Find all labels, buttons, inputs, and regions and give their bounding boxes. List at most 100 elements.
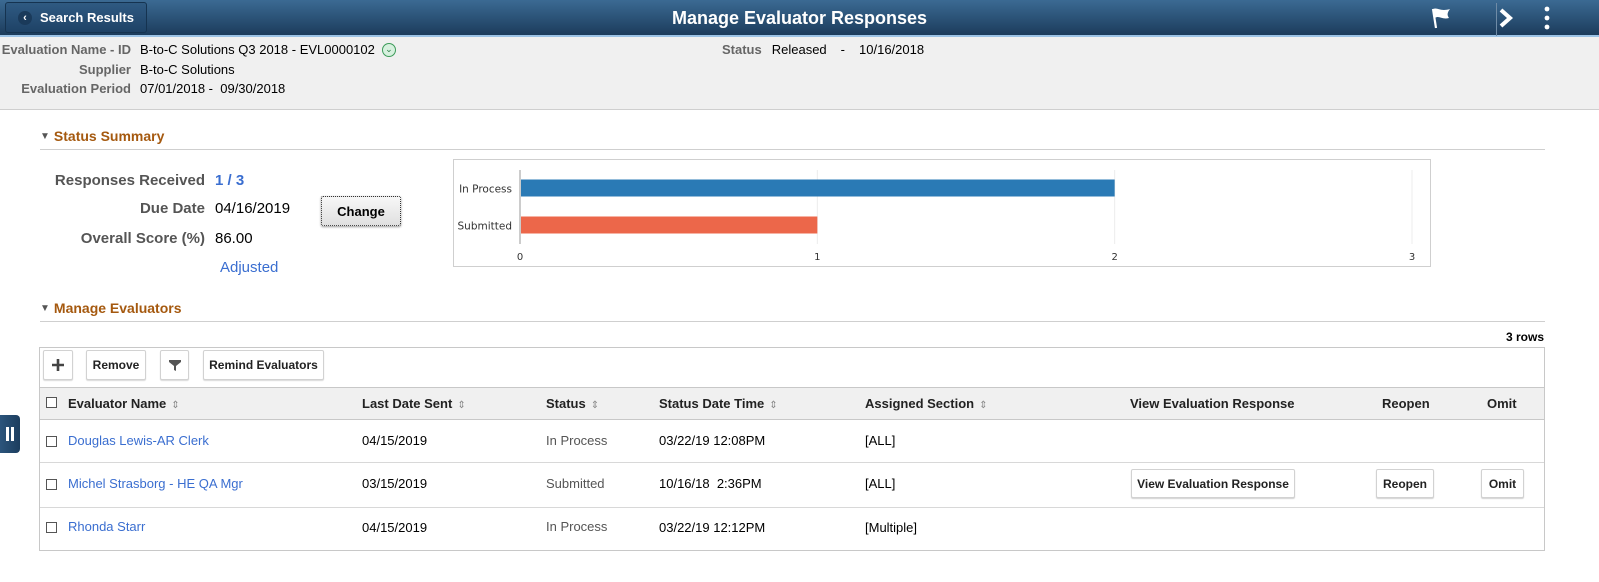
table-row: Rhonda Starr 04/15/2019 In Process 03/22… xyxy=(40,508,1544,550)
evaluators-grid: Remove Remind Evaluators Evaluator Name ⇕… xyxy=(39,347,1545,551)
manage-evaluators-header[interactable]: ▼ Manage Evaluators xyxy=(40,300,1545,322)
evaluation-name-row: Evaluation Name - ID B-to-C Solutions Q3… xyxy=(0,42,396,57)
filter-icon xyxy=(168,360,181,371)
responses-received-row: Responses Received 1 / 3 xyxy=(0,172,244,189)
column-header-status[interactable]: Status ⇕ xyxy=(546,396,599,411)
column-label: Assigned Section xyxy=(865,396,975,411)
row-checkbox[interactable] xyxy=(46,479,57,490)
last-date-sent: 03/15/2019 xyxy=(362,476,428,491)
side-panel-toggle[interactable] xyxy=(0,415,20,453)
evaluation-header: Evaluation Name - ID B-to-C Solutions Q3… xyxy=(0,37,1599,110)
more-vertical-icon[interactable] xyxy=(1542,6,1552,33)
search-results-back-button[interactable]: ‹ Search Results xyxy=(5,2,147,33)
column-header-evaluator-name[interactable]: Evaluator Name ⇕ xyxy=(68,396,180,411)
status-date: 10/16/2018 xyxy=(859,42,925,57)
pause-bar-icon xyxy=(11,427,14,441)
x-tick-label: 2 xyxy=(1111,252,1117,263)
evaluation-name-value: B-to-C Solutions Q3 2018 - EVL0000102 xyxy=(140,42,375,57)
status-bar-chart: In Process Submitted 0 1 2 3 xyxy=(453,159,1431,267)
y-tick-label: In Process xyxy=(459,184,512,196)
sort-icon: ⇕ xyxy=(171,400,180,411)
row-checkbox[interactable] xyxy=(46,522,57,533)
column-label: Evaluator Name xyxy=(68,396,167,411)
supplier-row: Supplier B-to-C Solutions xyxy=(0,62,235,77)
sort-icon: ⇕ xyxy=(590,400,600,411)
evaluation-period-label: Evaluation Period xyxy=(21,81,131,96)
bar-in-process xyxy=(521,179,1115,197)
last-date-sent: 04/15/2019 xyxy=(362,520,428,535)
view-evaluation-response-button[interactable]: View Evaluation Response xyxy=(1131,469,1295,498)
responses-received-link[interactable]: 1 / 3 xyxy=(215,172,244,189)
omit-button[interactable]: Omit xyxy=(1481,469,1524,498)
supplier-value: B-to-C Solutions xyxy=(140,62,235,77)
bar-submitted xyxy=(521,216,818,234)
responses-received-label: Responses Received xyxy=(54,172,205,189)
due-date-label: Due Date xyxy=(139,200,205,217)
remind-evaluators-button[interactable]: Remind Evaluators xyxy=(203,350,324,380)
reopen-button[interactable]: Reopen xyxy=(1376,469,1434,498)
status-label: Status xyxy=(722,42,762,57)
x-tick-label: 1 xyxy=(814,252,820,263)
overall-score-label: Overall Score (%) xyxy=(80,230,205,247)
chevron-right-icon[interactable] xyxy=(1496,6,1516,33)
manage-evaluators-title[interactable]: Manage Evaluators xyxy=(54,300,182,316)
collapse-triangle-icon: ▼ xyxy=(40,303,50,314)
evaluator-name-link[interactable]: Douglas Lewis-AR Clerk xyxy=(68,433,209,448)
overall-score-row: Overall Score (%) 86.00 xyxy=(0,230,253,247)
due-date-row: Due Date 04/16/2019 xyxy=(0,200,290,217)
status-summary-header[interactable]: ▼ Status Summary xyxy=(40,128,1545,150)
collapse-triangle-icon: ▼ xyxy=(40,131,50,142)
assigned-section: [ALL] xyxy=(865,476,896,491)
status-date-time: 03/22/19 12:08PM xyxy=(659,433,766,448)
status-cell: In Process xyxy=(546,519,608,534)
evaluator-name-link[interactable]: Michel Strasborg - HE QA Mgr xyxy=(68,476,243,491)
x-tick-label: 0 xyxy=(517,252,523,263)
column-header-status-date-time[interactable]: Status Date Time ⇕ xyxy=(659,396,778,411)
status-row: Status Released - 10/16/2018 xyxy=(722,42,924,57)
status-cell: In Process xyxy=(546,433,608,448)
evaluator-name-link[interactable]: Rhonda Starr xyxy=(68,519,145,534)
due-date-value: 04/16/2019 xyxy=(215,200,291,217)
assigned-section: [Multiple] xyxy=(865,520,918,535)
status-value: Released xyxy=(771,42,827,57)
select-all-checkbox[interactable] xyxy=(46,397,57,408)
sort-icon: ⇕ xyxy=(457,400,466,411)
column-label: Last Date Sent xyxy=(362,396,453,411)
status-date-time: 10/16/18 2:36PM xyxy=(659,476,762,491)
evaluation-name-label: Evaluation Name - ID xyxy=(1,42,131,57)
row-checkbox[interactable] xyxy=(46,436,57,447)
back-button-label: Search Results xyxy=(40,10,134,25)
overall-score-value: 86.00 xyxy=(215,230,253,247)
add-row-button[interactable] xyxy=(43,350,73,380)
plus-icon xyxy=(52,359,64,371)
row-count: 3 rows xyxy=(1505,330,1544,344)
flag-icon[interactable] xyxy=(1430,6,1452,33)
status-cell: Submitted xyxy=(546,476,605,491)
change-due-date-button[interactable]: Change xyxy=(321,196,401,226)
sort-icon: ⇕ xyxy=(769,400,778,411)
column-header-assigned-section[interactable]: Assigned Section ⇕ xyxy=(865,396,987,411)
banner: ‹ Search Results Manage Evaluator Respon… xyxy=(0,0,1599,37)
supplier-label: Supplier xyxy=(78,62,131,77)
column-label: Status xyxy=(546,396,586,411)
table-row: Douglas Lewis-AR Clerk 04/15/2019 In Pro… xyxy=(40,421,1544,463)
page-title: Manage Evaluator Responses xyxy=(671,8,928,28)
sort-icon: ⇕ xyxy=(979,400,988,411)
y-tick-label: Submitted xyxy=(458,221,513,233)
status-separator: - xyxy=(840,42,846,57)
column-header-omit: Omit xyxy=(1487,396,1517,411)
table-row: Michel Strasborg - HE QA Mgr 03/15/2019 … xyxy=(40,463,1544,508)
evaluation-period-row: Evaluation Period 07/01/2018 - 09/30/201… xyxy=(0,81,285,96)
remove-button[interactable]: Remove xyxy=(86,350,146,380)
x-tick-label: 3 xyxy=(1409,252,1415,263)
pause-bar-icon xyxy=(6,427,9,441)
assigned-section: [ALL] xyxy=(865,433,896,448)
column-header-last-date-sent[interactable]: Last Date Sent ⇕ xyxy=(362,396,466,411)
filter-button[interactable] xyxy=(160,350,189,380)
last-date-sent: 04/15/2019 xyxy=(362,433,428,448)
related-actions-icon[interactable]: ⌄ xyxy=(381,42,396,57)
column-header-view-evaluation-response: View Evaluation Response xyxy=(1130,396,1295,411)
grid-header-row: Evaluator Name ⇕ Last Date Sent ⇕ Status ⇕ … xyxy=(40,388,1544,420)
status-summary-title[interactable]: Status Summary xyxy=(54,128,164,144)
adjusted-link[interactable]: Adjusted xyxy=(220,259,278,276)
